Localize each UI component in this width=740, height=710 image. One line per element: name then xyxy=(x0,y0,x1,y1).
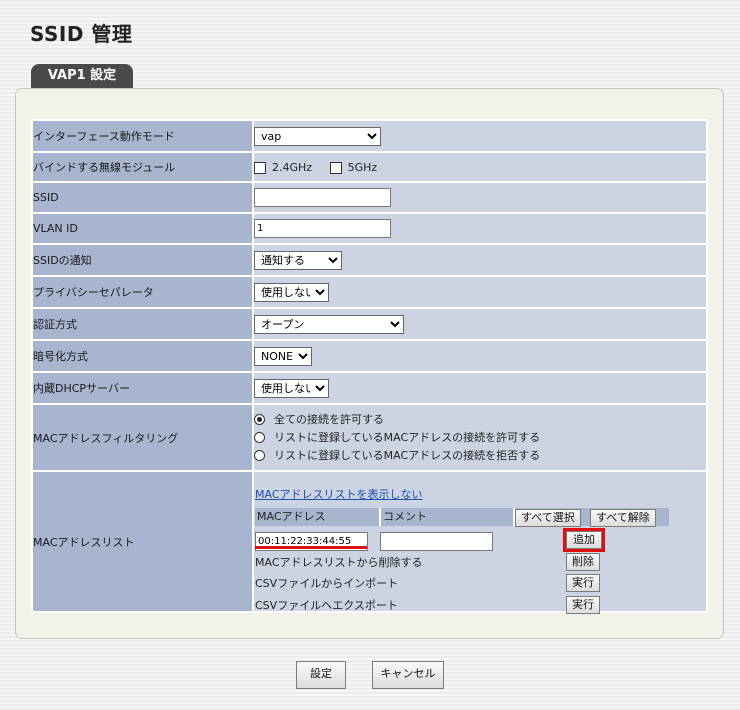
interface-mode-select[interactable]: vap xyxy=(254,126,381,146)
comment-input[interactable] xyxy=(380,531,493,551)
row-bind-module: バインドする無線モジュール 2.4GHz 5GHz xyxy=(31,151,708,183)
radio-deny-listed[interactable] xyxy=(254,450,265,461)
ssid-notify-label: SSIDの通知 xyxy=(31,243,254,277)
comment-column-header: コメント xyxy=(381,507,515,526)
mac-filter-option[interactable]: リストに登録しているMACアドレスの接続を許可する xyxy=(254,429,706,447)
row-ssid: SSID xyxy=(31,181,708,214)
export-label: CSVファイルへエクスポート xyxy=(255,598,398,612)
select-all-button[interactable]: すべて選択 xyxy=(515,508,581,527)
vlan-input[interactable] xyxy=(254,219,391,238)
row-mac-filter: MACアドレスフィルタリング 全ての接続を許可する リストに登録しているMACア… xyxy=(31,403,708,472)
mac-list-label: MACアドレスリスト xyxy=(31,470,254,613)
mac-input-underline xyxy=(255,545,367,549)
encrypt-cell: NONE xyxy=(252,339,708,373)
import-label: CSVファイルからインポート xyxy=(255,576,399,590)
row-interface-mode: インターフェース動作モード vap xyxy=(31,119,708,153)
ssid-notify-cell: 通知する xyxy=(252,243,708,277)
delete-label: MACアドレスリストから削除する xyxy=(255,555,423,569)
privacy-separator-label: プライバシーセパレータ xyxy=(31,275,254,309)
ssid-label: SSID xyxy=(31,181,254,214)
bind-module-cell: 2.4GHz 5GHz xyxy=(252,151,708,183)
auth-select[interactable]: オープン xyxy=(254,314,404,334)
mac-filter-option[interactable]: リストに登録しているMACアドレスの接続を拒否する xyxy=(254,447,706,465)
tab-vap1-settings[interactable]: VAP1 設定 xyxy=(31,64,133,88)
delete-button[interactable]: 削除 xyxy=(566,552,600,571)
cancel-button[interactable]: キャンセル xyxy=(372,661,444,689)
interface-mode-cell: vap xyxy=(252,119,708,153)
vlan-label: VLAN ID xyxy=(31,212,254,245)
clear-all-button[interactable]: すべて解除 xyxy=(590,508,656,527)
encrypt-select[interactable]: NONE xyxy=(254,346,312,366)
auth-cell: オープン xyxy=(252,307,708,341)
mac-column-header: MACアドレス xyxy=(255,507,381,526)
radio-deny-listed-label: リストに登録しているMACアドレスの接続を拒否する xyxy=(274,448,541,462)
ssid-cell xyxy=(252,181,708,214)
radio-allow-all-label: 全ての接続を許可する xyxy=(274,412,384,426)
row-vlan: VLAN ID xyxy=(31,212,708,245)
add-button[interactable]: 追加 xyxy=(566,530,602,549)
checkbox-5ghz[interactable] xyxy=(329,161,342,174)
radio-allow-listed-label: リストに登録しているMACアドレスの接続を許可する xyxy=(274,430,541,444)
settings-table: インターフェース動作モード vap バインドする無線モジュール 2.4GHz 5… xyxy=(31,119,708,614)
mac-list-cell: MACアドレスリストを表示しない MACアドレス コメント すべて選択 すべて解… xyxy=(252,470,708,614)
mac-list-grid: MACアドレスリストを表示しない MACアドレス コメント すべて選択 すべて解… xyxy=(254,476,706,614)
vlan-cell xyxy=(252,212,708,245)
save-button[interactable]: 設定 xyxy=(296,661,346,689)
checkbox-5ghz-label: 5GHz xyxy=(347,160,378,174)
radio-allow-all[interactable] xyxy=(254,414,265,425)
checkbox-24ghz[interactable] xyxy=(254,161,266,174)
mac-filter-cell: 全ての接続を許可する リストに登録しているMACアドレスの接続を許可する リスト… xyxy=(252,403,708,472)
checkbox-24ghz-label: 2.4GHz xyxy=(272,160,313,174)
export-button[interactable]: 実行 xyxy=(566,595,600,614)
row-encrypt: 暗号化方式 NONE xyxy=(31,339,708,373)
import-button[interactable]: 実行 xyxy=(566,573,600,592)
row-privacy-separator: プライバシーセパレータ 使用しない xyxy=(31,275,708,309)
row-auth: 認証方式 オープン xyxy=(31,307,708,341)
page-title: SSID 管理 xyxy=(30,22,133,46)
bind-module-label: バインドする無線モジュール xyxy=(31,151,254,183)
interface-mode-label: インターフェース動作モード xyxy=(31,119,254,153)
mac-filter-option[interactable]: 全ての接続を許可する xyxy=(254,411,706,429)
auth-label: 認証方式 xyxy=(31,307,254,341)
dhcp-cell: 使用しない xyxy=(252,371,708,405)
row-dhcp: 内蔵DHCPサーバー 使用しない xyxy=(31,371,708,405)
ssid-input[interactable] xyxy=(254,188,391,207)
encrypt-label: 暗号化方式 xyxy=(31,339,254,373)
mac-filter-label: MACアドレスフィルタリング xyxy=(31,403,254,472)
privacy-separator-select[interactable]: 使用しない xyxy=(254,282,329,302)
ssid-notify-select[interactable]: 通知する xyxy=(254,250,342,270)
row-ssid-notify: SSIDの通知 通知する xyxy=(31,243,708,277)
dhcp-select[interactable]: 使用しない xyxy=(254,378,329,398)
mac-list-header: MACアドレス コメント すべて選択 すべて解除 xyxy=(255,507,669,527)
add-button-highlight: 追加 xyxy=(563,527,605,552)
radio-allow-listed[interactable] xyxy=(254,432,265,443)
dhcp-label: 内蔵DHCPサーバー xyxy=(31,371,254,405)
row-mac-list: MACアドレスリスト MACアドレスリストを表示しない MACアドレス コメント… xyxy=(31,470,708,614)
privacy-separator-cell: 使用しない xyxy=(252,275,708,309)
hide-mac-list-link[interactable]: MACアドレスリストを表示しない xyxy=(255,486,423,502)
